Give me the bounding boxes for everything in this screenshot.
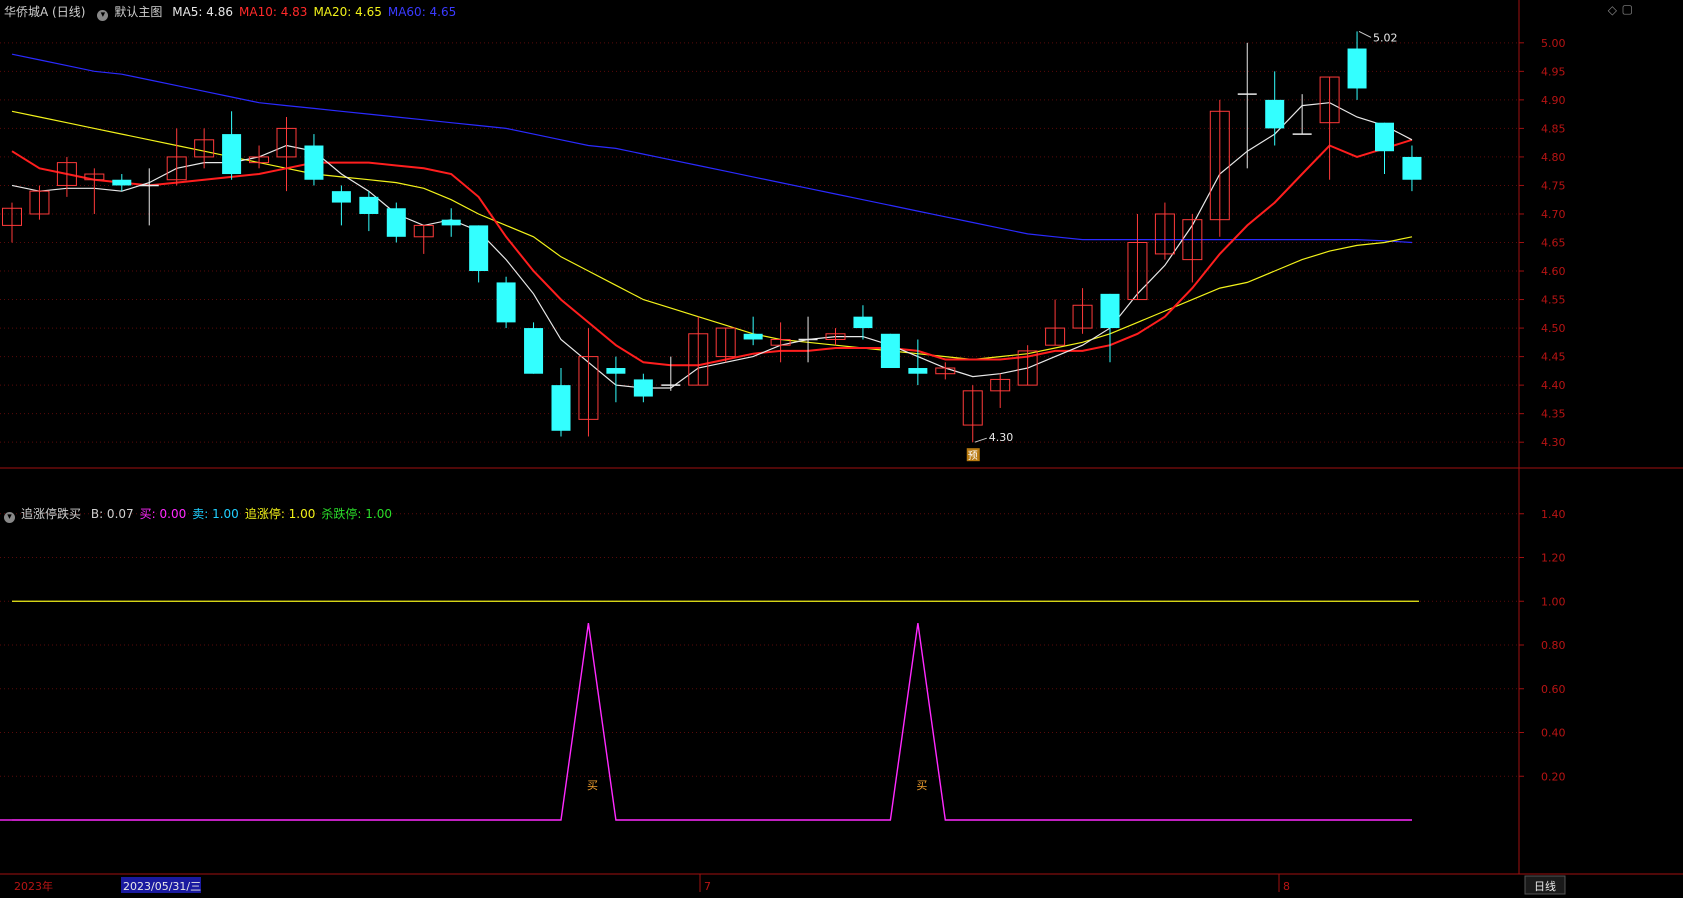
diamond-icon[interactable]: ◇	[1608, 3, 1617, 17]
price-tick-label: 4.75	[1541, 179, 1566, 192]
indicator-value-1: 买: 0.00	[139, 507, 187, 521]
candle-down	[359, 196, 379, 214]
buy-signal-label: 买	[916, 779, 927, 792]
indicator-settings-icon[interactable]: ▾	[4, 512, 15, 523]
candle-down	[880, 333, 900, 369]
candle-down	[496, 282, 516, 323]
candle-down	[386, 208, 406, 237]
price-tick-label: 4.50	[1541, 322, 1566, 335]
chart-canvas[interactable]: 5.00 4.95 4.90 4.85 4.80 4.75 4.70 4.65 4.60 4.55…	[0, 0, 1683, 898]
cursor-date-label: 2023/05/31/三	[123, 880, 201, 893]
low-pointer	[974, 437, 987, 443]
indicator-tick-label: 0.80	[1541, 639, 1566, 652]
candle-down	[853, 316, 873, 329]
indicator-header: ▾ 追涨停跌买 B: 0.07 买: 0.00 卖: 1.00 追涨停: 1.00 杀跌停…	[4, 505, 404, 523]
low-price-label: 4.30	[989, 431, 1014, 444]
template-name[interactable]: 默认主图	[114, 5, 162, 19]
year-label: 2023年	[14, 879, 53, 893]
candle-down	[441, 219, 461, 226]
settings-icon[interactable]: ▾	[97, 10, 109, 21]
month-7-label: 7	[704, 880, 711, 893]
price-tick-label: 4.70	[1541, 208, 1566, 221]
candle-down	[1402, 156, 1422, 180]
high-price-label: 5.02	[1373, 31, 1398, 44]
candle-down	[633, 379, 653, 397]
candle-down	[1347, 48, 1367, 89]
period-label[interactable]: 日线	[1534, 879, 1556, 893]
candle-down	[1265, 99, 1285, 129]
indicator-title[interactable]: 追涨停跌买	[21, 507, 81, 521]
price-tick-label: 4.80	[1541, 151, 1566, 164]
pre-marker-label: 预	[968, 450, 978, 462]
indicator-tick-label: 0.40	[1541, 727, 1566, 740]
high-pointer	[1358, 30, 1372, 38]
price-tick-label: 4.55	[1541, 294, 1566, 307]
indicator-value-3: 追涨停: 1.00	[244, 507, 316, 521]
candle-down	[524, 328, 544, 374]
price-tick-label: 4.85	[1541, 122, 1566, 135]
candle-down	[908, 368, 928, 374]
indicator-tick-label: 1.20	[1541, 552, 1566, 565]
indicator-tick-label: 1.40	[1541, 508, 1566, 521]
candle-down	[469, 225, 489, 272]
candle-down	[1375, 122, 1394, 152]
candle-down	[1100, 293, 1120, 329]
buy-signal-line	[12, 623, 1412, 821]
window-toggle-icon[interactable]: ▢	[1622, 2, 1633, 16]
price-tick-label: 4.30	[1541, 436, 1566, 449]
indicator-value-0: B: 0.07	[90, 507, 134, 521]
buy-signal-label: 买	[587, 779, 598, 792]
price-tick-label: 4.60	[1541, 265, 1566, 278]
candle-down	[551, 385, 571, 431]
indicator-tick-label: 0.20	[1541, 770, 1566, 783]
stock-title[interactable]: 华侨城A (日线)	[4, 5, 85, 19]
candle-down	[112, 179, 132, 186]
candle-down	[743, 333, 763, 340]
indicator-tick-label: 0.60	[1541, 683, 1566, 696]
candle-down	[331, 191, 351, 203]
indicator-value-2: 卖: 1.00	[192, 507, 239, 521]
price-tick-label: 4.90	[1541, 94, 1566, 107]
candle-down	[222, 134, 242, 175]
price-tick-label: 5.00	[1541, 37, 1566, 50]
candle-down	[304, 145, 324, 180]
candle-down	[606, 368, 626, 374]
price-tick-label: 4.35	[1541, 408, 1566, 421]
ma-label-3: MA60: 4.65	[387, 5, 457, 19]
indicator-value-4: 杀跌停: 1.00	[321, 507, 392, 521]
month-8-label: 8	[1283, 880, 1290, 893]
price-tick-label: 4.40	[1541, 379, 1566, 392]
price-tick-label: 4.65	[1541, 237, 1566, 250]
ma-label-1: MA10: 4.83	[239, 5, 308, 19]
ma-label-2: MA20: 4.65	[313, 5, 382, 19]
indicator-tick-label: 1.00	[1541, 595, 1566, 608]
main-chart-header: 华侨城A (日线) ▾ 默认主图 MA5: 4.86 MA10: 4.83 MA20: …	[4, 3, 468, 21]
price-tick-label: 4.45	[1541, 351, 1566, 364]
price-tick-label: 4.95	[1541, 65, 1566, 78]
ma-label-0: MA5: 4.86	[172, 5, 234, 19]
